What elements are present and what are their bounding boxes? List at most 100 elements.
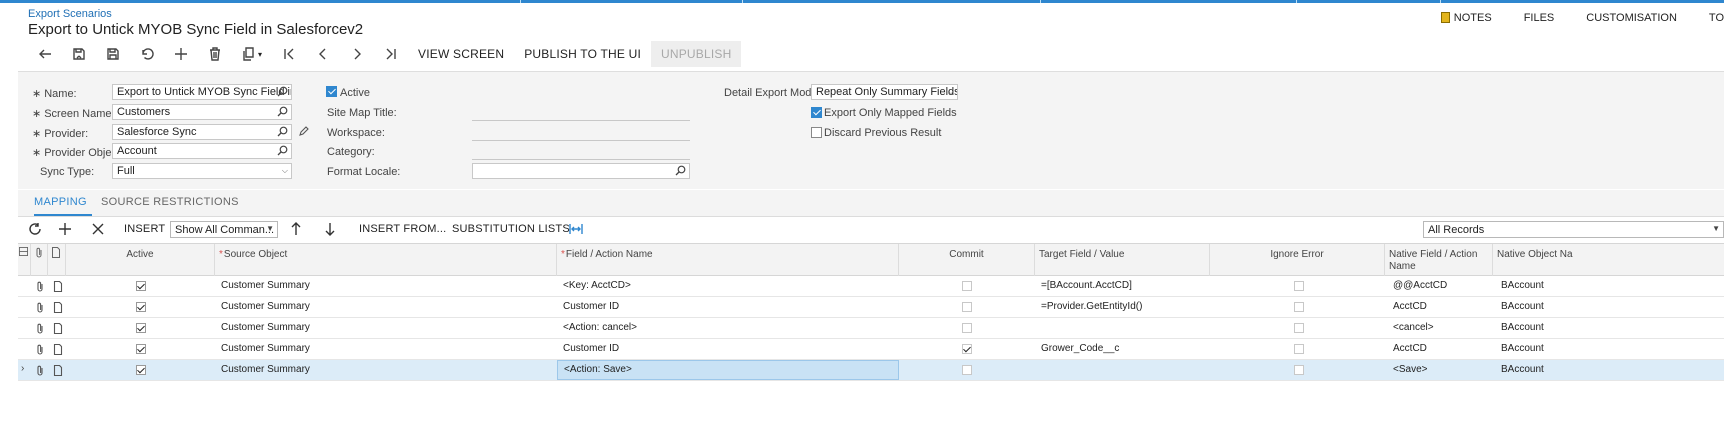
tab-mapping[interactable]: MAPPING (34, 190, 92, 216)
document-icon[interactable] (53, 322, 63, 335)
category-field[interactable] (472, 159, 690, 160)
active-cell-checkbox[interactable] (136, 302, 146, 312)
column-native-field[interactable]: Native Field / Action Name (1385, 244, 1493, 276)
commands-filter-select[interactable]: Show All Comman... ▼ (170, 221, 278, 238)
screen-name-field[interactable]: Customers (112, 104, 292, 120)
table-row[interactable]: Customer Summary <Key: AcctCD> =[BAccount.… (18, 276, 1724, 297)
native-object-cell[interactable]: BAccount (1495, 360, 1724, 380)
column-target-field[interactable]: Target Field / Value (1035, 244, 1210, 276)
ignore-error-cell-checkbox[interactable] (1294, 344, 1304, 354)
back-button[interactable] (28, 41, 62, 67)
source-object-cell[interactable]: Customer Summary (215, 360, 557, 380)
breadcrumb[interactable]: Export Scenarios (28, 8, 112, 20)
native-object-cell[interactable]: BAccount (1495, 276, 1724, 296)
commit-cell-checkbox[interactable] (962, 281, 972, 291)
workspace-field[interactable] (472, 140, 690, 141)
ignore-error-cell-checkbox[interactable] (1294, 323, 1304, 333)
target-field-cell[interactable]: =[BAccount.AcctCD] (1035, 276, 1210, 296)
save-button[interactable] (96, 41, 130, 67)
add-row-button[interactable] (58, 222, 74, 238)
native-field-cell[interactable]: @@AcctCD (1387, 276, 1493, 296)
move-down-button[interactable] (323, 222, 339, 238)
files-link[interactable]: FILES (1524, 12, 1555, 28)
native-field-cell[interactable]: AcctCD (1387, 297, 1493, 317)
commit-cell-checkbox[interactable] (962, 344, 972, 354)
source-object-cell[interactable]: Customer Summary (215, 339, 557, 359)
sync-type-select[interactable]: Full ⌵ (112, 163, 292, 179)
add-button[interactable] (164, 41, 198, 67)
previous-record-button[interactable] (306, 41, 340, 67)
field-action-cell[interactable]: Customer ID (557, 297, 899, 317)
target-field-cell[interactable]: =Provider.GetEntityId() (1035, 297, 1210, 317)
native-object-cell[interactable]: BAccount (1495, 297, 1724, 317)
paperclip-icon[interactable] (35, 302, 45, 313)
substitution-lists-button[interactable]: SUBSTITUTION LISTS (452, 223, 570, 235)
column-active[interactable]: Active (66, 244, 215, 276)
document-icon[interactable] (53, 280, 63, 293)
source-object-cell[interactable]: Customer Summary (215, 276, 557, 296)
field-action-cell[interactable]: <Action: cancel> (557, 318, 899, 338)
column-commit[interactable]: Commit (899, 244, 1035, 276)
native-object-cell[interactable]: BAccount (1495, 318, 1724, 338)
table-row[interactable]: Customer Summary Customer ID Grower_Code__… (18, 339, 1724, 360)
pencil-icon[interactable] (298, 126, 309, 137)
format-locale-field[interactable] (472, 163, 690, 179)
column-field-action-name[interactable]: *Field / Action Name (557, 244, 899, 276)
detail-export-mode-select[interactable]: Repeat Only Summary Fields ⌵ (811, 84, 958, 100)
ignore-error-cell-checkbox[interactable] (1294, 281, 1304, 291)
document-icon[interactable] (53, 301, 63, 314)
field-action-cell[interactable]: <Action: Save> (557, 360, 899, 380)
active-cell-checkbox[interactable] (136, 365, 146, 375)
publish-button[interactable]: PUBLISH TO THE UI (514, 41, 651, 67)
paperclip-icon[interactable] (35, 344, 45, 355)
copy-paste-button[interactable]: ▾ (232, 41, 272, 67)
target-field-cell[interactable] (1035, 360, 1210, 380)
insert-button[interactable]: INSERT (124, 223, 165, 235)
save-close-button[interactable] (62, 41, 96, 67)
discard-previous-checkbox[interactable] (811, 127, 822, 138)
paperclip-icon[interactable] (35, 365, 45, 376)
delete-button[interactable] (198, 41, 232, 67)
name-field[interactable]: Export to Untick MYOB Sync Field in Sal (112, 84, 292, 100)
view-screen-button[interactable]: VIEW SCREEN (408, 41, 514, 67)
column-source-object[interactable]: *Source Object (215, 244, 557, 276)
ignore-error-cell-checkbox[interactable] (1294, 302, 1304, 312)
active-checkbox[interactable] (326, 86, 337, 97)
table-row[interactable]: Customer Summary Customer ID =Provider.Get… (18, 297, 1724, 318)
field-action-cell[interactable]: <Key: AcctCD> (557, 276, 899, 296)
target-field-cell[interactable] (1035, 318, 1210, 338)
undo-button[interactable] (130, 41, 164, 67)
source-object-cell[interactable]: Customer Summary (215, 297, 557, 317)
refresh-button[interactable] (28, 222, 44, 238)
native-field-cell[interactable]: <cancel> (1387, 318, 1493, 338)
commit-cell-checkbox[interactable] (962, 323, 972, 333)
native-object-cell[interactable]: BAccount (1495, 339, 1724, 359)
delete-row-button[interactable] (91, 222, 107, 238)
document-icon[interactable] (53, 364, 63, 377)
paperclip-icon[interactable] (35, 281, 45, 292)
fit-columns-button[interactable] (569, 222, 585, 238)
tools-link[interactable]: TO (1709, 12, 1724, 28)
last-record-button[interactable] (374, 41, 408, 67)
site-map-title-field[interactable] (472, 120, 690, 121)
source-object-cell[interactable]: Customer Summary (215, 318, 557, 338)
document-icon[interactable] (53, 343, 63, 356)
customisation-link[interactable]: CUSTOMISATION (1586, 12, 1677, 28)
commit-cell-checkbox[interactable] (962, 302, 972, 312)
commit-cell-checkbox[interactable] (962, 365, 972, 375)
native-field-cell[interactable]: <Save> (1387, 360, 1493, 380)
first-record-button[interactable] (272, 41, 306, 67)
export-only-mapped-checkbox[interactable] (811, 107, 822, 118)
table-row[interactable]: › Customer Summary <Action: Save> <Save> BAc… (18, 360, 1724, 381)
active-cell-checkbox[interactable] (136, 344, 146, 354)
table-row[interactable]: Customer Summary <Action: cancel> <cancel>… (18, 318, 1724, 339)
native-field-cell[interactable]: AcctCD (1387, 339, 1493, 359)
field-action-cell[interactable]: Customer ID (557, 339, 899, 359)
active-cell-checkbox[interactable] (136, 323, 146, 333)
active-cell-checkbox[interactable] (136, 281, 146, 291)
column-native-object[interactable]: Native Object Na (1493, 244, 1724, 276)
notes-link[interactable]: NOTES (1440, 12, 1492, 28)
provider-object-field[interactable]: Account (112, 143, 292, 159)
next-record-button[interactable] (340, 41, 374, 67)
column-ignore-error[interactable]: Ignore Error (1210, 244, 1385, 276)
